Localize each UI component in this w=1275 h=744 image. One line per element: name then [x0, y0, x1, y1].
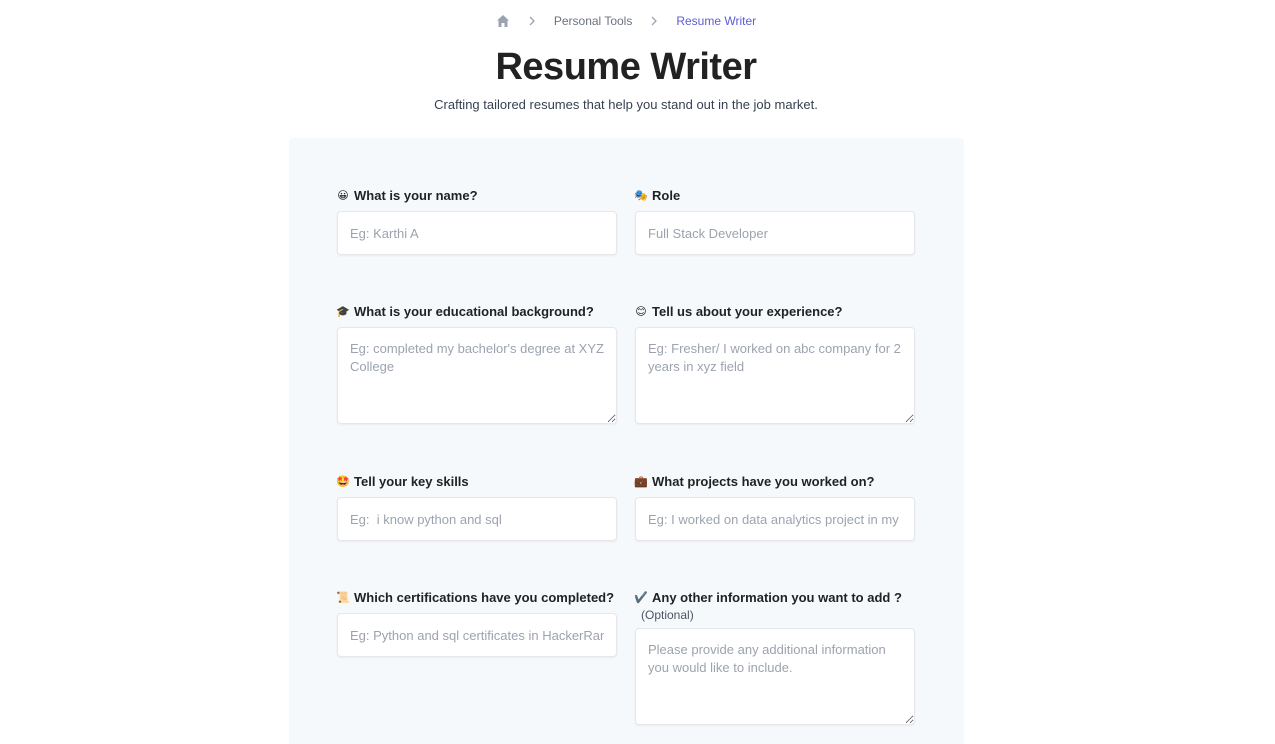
home-icon[interactable] — [496, 14, 510, 28]
other-info-field-group: ✔️ Any other information you want to add… — [634, 589, 915, 730]
optional-hint: (Optional) — [641, 608, 694, 622]
skills-input[interactable] — [337, 497, 617, 541]
other-info-textarea[interactable] — [635, 628, 915, 725]
projects-field-group: 💼 What projects have you worked on? — [634, 473, 915, 541]
certifications-label-text: Which certifications have you completed? — [354, 589, 615, 605]
resume-form: 😀 What is your name? 🎭 Role 🎓 What is yo… — [289, 138, 964, 744]
breadcrumb-personal-tools[interactable]: Personal Tools — [554, 14, 633, 28]
role-field-group: 🎭 Role — [634, 187, 915, 255]
page-subtitle: Crafting tailored resumes that help you … — [434, 97, 818, 112]
graduation-cap-icon: 🎓 — [336, 305, 350, 318]
breadcrumb-resume-writer[interactable]: Resume Writer — [676, 14, 756, 28]
page-title: Resume Writer — [495, 46, 757, 88]
name-input[interactable] — [337, 211, 617, 255]
smiling-face-icon: 😊 — [635, 305, 647, 318]
briefcase-icon: 💼 — [634, 475, 648, 488]
chevron-right-icon — [650, 16, 658, 26]
certifications-label: 📜 Which certifications have you complete… — [336, 589, 617, 605]
education-textarea[interactable] — [337, 327, 617, 424]
breadcrumb: Personal Tools Resume Writer — [0, 14, 1252, 28]
certifications-input[interactable] — [337, 613, 617, 657]
star-struck-icon: 🤩 — [336, 475, 350, 488]
certifications-field-group: 📜 Which certifications have you complete… — [336, 589, 617, 657]
role-label: 🎭 Role — [634, 187, 915, 203]
experience-textarea[interactable] — [635, 327, 915, 424]
scroll-icon: 📜 — [336, 591, 350, 604]
skills-label: 🤩 Tell your key skills — [336, 473, 617, 489]
projects-label: 💼 What projects have you worked on? — [634, 473, 915, 489]
skills-label-text: Tell your key skills — [354, 473, 469, 489]
education-field-group: 🎓 What is your educational background? — [336, 303, 617, 429]
education-label: 🎓 What is your educational background? — [336, 303, 617, 319]
grinning-face-icon: 😀 — [337, 189, 349, 202]
performing-arts-icon: 🎭 — [634, 189, 648, 202]
education-label-text: What is your educational background? — [354, 303, 594, 319]
check-mark-icon: ✔️ — [634, 591, 648, 604]
other-info-label: ✔️ Any other information you want to add… — [634, 589, 915, 605]
name-field-group: 😀 What is your name? — [337, 187, 617, 255]
chevron-right-icon — [528, 16, 536, 26]
other-info-label-text: Any other information you want to add ? — [652, 589, 902, 605]
experience-field-group: 😊 Tell us about your experience? — [635, 303, 915, 429]
projects-label-text: What projects have you worked on? — [652, 473, 875, 489]
experience-label: 😊 Tell us about your experience? — [635, 303, 915, 319]
experience-label-text: Tell us about your experience? — [652, 303, 843, 319]
name-label: 😀 What is your name? — [337, 187, 617, 203]
skills-field-group: 🤩 Tell your key skills — [336, 473, 617, 541]
projects-input[interactable] — [635, 497, 915, 541]
role-label-text: Role — [652, 187, 681, 203]
role-input[interactable] — [635, 211, 915, 255]
name-label-text: What is your name? — [354, 187, 478, 203]
